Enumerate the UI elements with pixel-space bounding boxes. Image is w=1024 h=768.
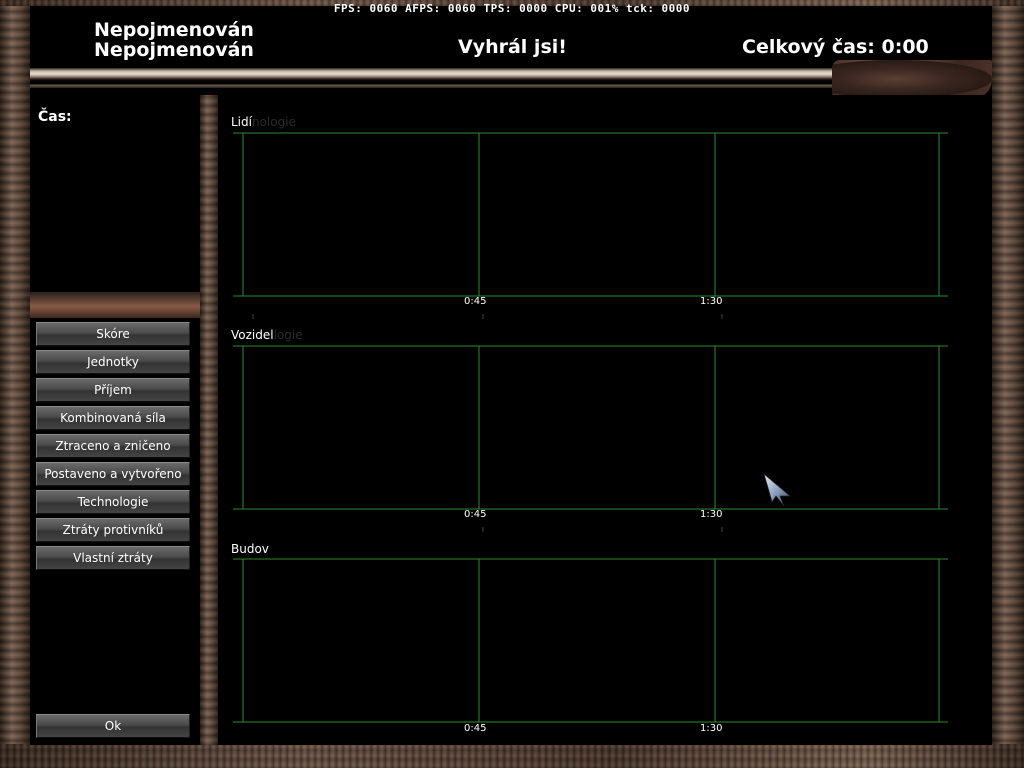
tick-label: 0:45 (464, 723, 487, 734)
graph-title-text: Lidí (231, 115, 252, 129)
arrow-cursor-icon (763, 472, 792, 507)
tick-label: 1:30 (700, 296, 723, 307)
tick-label: 0:45 (464, 296, 487, 307)
graph-title-text: Budov (231, 542, 269, 556)
tick-label: 1:30 (700, 723, 723, 734)
graph-title-text: Vozidel (231, 328, 274, 342)
tick-label: 0:45 (464, 509, 487, 520)
graph-title-vehicles: Vozidellogie (231, 328, 303, 342)
graph-title-buildings: Budov (231, 542, 269, 556)
graph-grid (233, 132, 948, 723)
graph-title-people: Lidínologie (231, 115, 296, 129)
tick-label: 1:30 (700, 509, 723, 520)
graph-title-ghost: nologie (251, 115, 296, 129)
graph-title-ghost: logie (273, 328, 303, 342)
